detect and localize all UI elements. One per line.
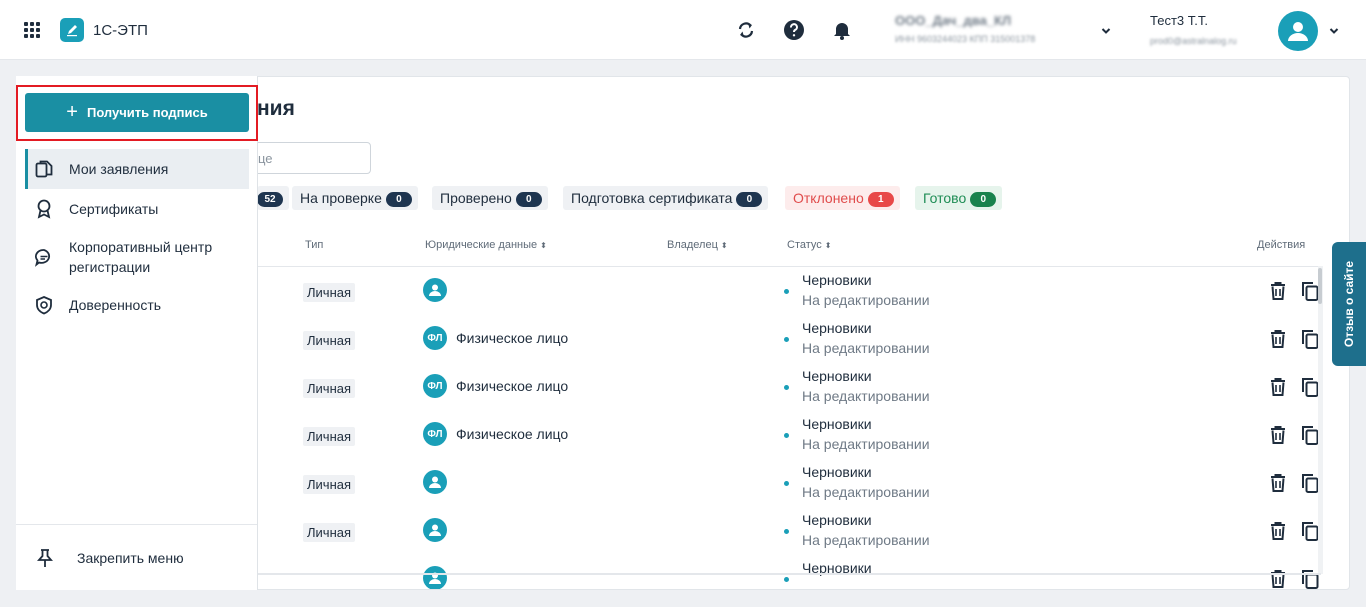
filter-chip-done[interactable]: Готово 0 [915,186,1003,210]
user-name[interactable]: Тест3 Т.Т. [1150,13,1208,28]
table-row[interactable]: Личная ФЛ Физическое лицо Черновики На редак… [257,411,1321,459]
substatus-text: На редактировании [802,532,930,548]
status-text: Черновики [802,416,872,432]
status-dot [784,577,789,582]
sidebar-item-my-applications[interactable]: Мои заявления [25,149,249,189]
sidebar-item-certificates[interactable]: Сертификаты [25,199,249,219]
table-scrollbar[interactable] [1318,266,1323,574]
legal-entity-text: Физическое лицо [456,378,569,394]
substatus-text: На редактировании [802,436,930,452]
filter-chip-cert-preparation[interactable]: Подготовка сертификата 0 [563,186,769,210]
delete-icon[interactable] [1267,280,1289,302]
notifications-bell-icon[interactable] [830,18,854,42]
person-icon [423,278,447,302]
type-badge: Личная [303,427,356,446]
status-dot [784,289,789,294]
type-badge: Личная [303,331,356,350]
table-row[interactable]: Личная ФЛ Физическое лицо Черновики На редак… [257,315,1321,363]
column-header-owner[interactable]: Владелец ⬍ [667,239,728,251]
table-bottom-divider [257,573,1321,575]
column-header-status[interactable]: Статус ⬍ [787,239,831,251]
shield-icon [34,295,54,315]
user-chevron-down-icon[interactable] [1329,23,1339,34]
status-dot [784,481,789,486]
type-badge: Личная [303,475,356,494]
column-header-legal[interactable]: Юридические данные ⬍ [425,239,547,251]
chat-icon [34,247,54,267]
substatus-text: На редактировании [802,484,930,500]
app-logo-icon[interactable] [60,18,84,42]
delete-icon[interactable] [1267,376,1289,398]
sidebar-menu: + Получить подпись Мои заявления Сертифи… [16,76,258,590]
refresh-icon[interactable] [734,18,758,42]
sort-icon[interactable]: ⬍ [540,241,547,250]
filter-chip-on-review[interactable]: На проверке 0 [292,186,418,210]
app-title[interactable]: 1С-ЭТП [93,22,148,39]
documents-icon [34,159,54,179]
user-email: prod0@astralnalog.ru [1150,36,1237,46]
page-title: ния [257,97,295,120]
delete-icon[interactable] [1267,328,1289,350]
individual-badge-icon: ФЛ [423,422,447,446]
help-icon[interactable] [782,18,806,42]
pin-icon[interactable] [36,548,54,568]
substatus-text: На редактировании [802,340,930,356]
person-icon [423,566,447,589]
status-text: Черновики [802,464,872,480]
status-dot [784,385,789,390]
sidebar-divider [16,524,257,525]
status-text: Черновики [802,272,872,288]
user-avatar[interactable] [1278,11,1318,51]
sort-icon[interactable]: ⬍ [721,241,728,250]
filter-chip-all[interactable]: 52 [257,186,289,210]
apps-grid-icon[interactable] [24,22,40,38]
table-row[interactable]: Личная Черновики На редактировании [257,459,1321,507]
person-icon [423,470,447,494]
type-badge: Личная [303,379,356,398]
org-chevron-down-icon[interactable] [1101,23,1111,34]
status-dot [784,529,789,534]
filter-chip-rejected[interactable]: Отклонено 1 [785,186,900,210]
plus-icon: + [66,100,78,123]
status-dot [784,337,789,342]
legal-entity-text: Физическое лицо [456,426,569,442]
status-dot [784,433,789,438]
status-text: Черновики [802,320,872,336]
pin-menu-label[interactable]: Закрепить меню [77,550,184,566]
status-text: Черновики [802,512,872,528]
delete-icon[interactable] [1267,568,1289,589]
organization-inn: ИНН 9603244023 КПП 315001378 [895,34,1036,44]
top-header: 1С-ЭТП ООО_Дач_два_КЛ ИНН 9603244023 КПП… [0,0,1366,60]
substatus-text: На редактировании [802,292,930,308]
status-text: Черновики [802,368,872,384]
sidebar-item-power-of-attorney[interactable]: Доверенность [25,295,249,315]
table-row[interactable]: Личная Черновики На редактировании [257,507,1321,555]
organization-name[interactable]: ООО_Дач_два_КЛ [895,13,1011,28]
legal-entity-text: Физическое лицо [456,330,569,346]
table-row[interactable]: Личная ФЛ Физическое лицо Черновики На редак… [257,363,1321,411]
award-icon [34,199,54,219]
delete-icon[interactable] [1267,520,1289,542]
type-badge: Личная [303,523,356,542]
filter-chip-checked[interactable]: Проверено 0 [432,186,548,210]
scrollbar-thumb[interactable] [1318,268,1322,304]
sort-icon[interactable]: ⬍ [825,241,832,250]
sidebar-item-corporate-center[interactable]: Корпоративный центр регистрации [25,237,249,277]
column-header-type: Тип [305,239,324,251]
get-signature-button[interactable]: + Получить подпись [25,93,249,132]
individual-badge-icon: ФЛ [423,326,447,350]
delete-icon[interactable] [1267,472,1289,494]
feedback-tab[interactable]: Отзыв о сайте [1332,242,1366,366]
individual-badge-icon: ФЛ [423,374,447,398]
person-icon [423,518,447,542]
type-badge: Личная [303,283,356,302]
column-header-actions: Действия [1257,239,1306,251]
table-row[interactable]: Личная Черновики На редактировании [257,267,1321,315]
substatus-text: На редактировании [802,388,930,404]
delete-icon[interactable] [1267,424,1289,446]
